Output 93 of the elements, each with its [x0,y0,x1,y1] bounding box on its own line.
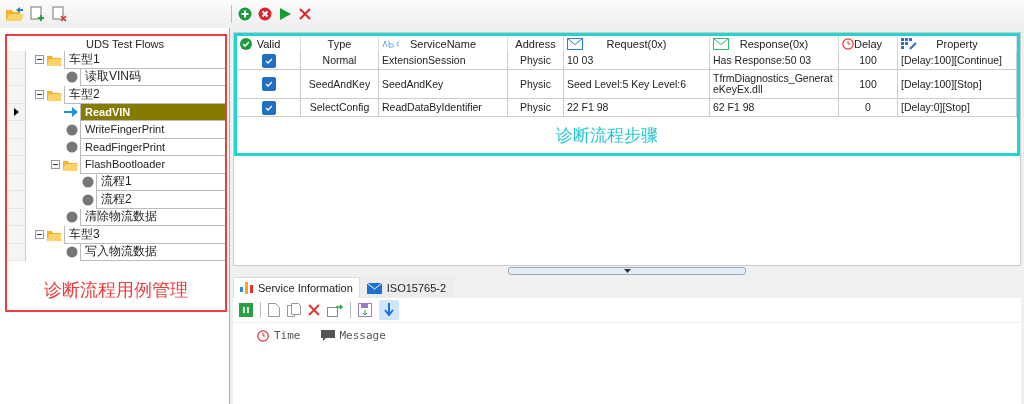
column-header[interactable]: Type [301,36,379,52]
table-cell: ExtensionSession [379,52,508,70]
table-cell: Has Response:50 03 [710,52,839,70]
new-file-icon[interactable] [30,6,46,22]
folder-icon [47,88,62,101]
table-cell: 100 [839,52,898,70]
table-cell: Physic [508,52,564,70]
bars-icon [240,282,253,294]
table-cell: [Delay:100][Stop] [898,70,1017,99]
delete-file-icon[interactable] [52,6,68,22]
table-cell: Normal [301,52,379,70]
table-cell: SeedAndKey [379,70,508,99]
text-type-icon [382,38,400,48]
table-cell: 62 F1 98 [710,99,839,117]
table-cell: Physic [508,70,564,99]
table-cell: SelectConfig [301,99,379,117]
column-header[interactable]: Property [898,36,1017,52]
check-circle-icon [240,38,252,50]
table-cell: TfrmDiagnostics_GenerateKeyEx.dll [710,70,839,99]
collapse-icon[interactable] [51,160,60,170]
table-cell: SeedAndKey [301,70,379,99]
check-icon [264,103,273,112]
pause-icon[interactable] [239,303,253,317]
table-cell: Physic [508,99,564,117]
envelope-icon [713,38,729,50]
bullet-icon [66,211,78,224]
collapse-icon[interactable] [35,230,44,240]
checkbox[interactable] [261,100,276,115]
tree-item[interactable]: 车型1 [64,51,225,69]
table-cell: 22 F1 98 [564,99,710,117]
table-cell: [Delay:100][Continue] [898,52,1017,70]
add-icon[interactable] [238,7,252,21]
bullet-icon [82,193,94,206]
folder-icon [47,53,62,66]
collapse-icon[interactable] [35,90,44,100]
tab[interactable]: Service Information [233,277,360,298]
bullet-icon [66,141,78,154]
grid-pencil-icon [901,38,917,50]
column-header[interactable]: Message [320,329,386,342]
bullet-icon [66,123,78,136]
export-icon[interactable] [327,303,343,317]
column-header[interactable]: Valid [237,36,301,52]
folder-icon [47,228,62,241]
close-icon[interactable] [298,7,312,21]
bullet-icon [66,246,78,259]
tree-item[interactable]: 车型3 [64,226,225,244]
folder-icon [63,158,78,171]
bullet-icon [82,176,94,189]
tree-item[interactable]: 车型2 [64,86,225,104]
open-folder-icon[interactable] [6,6,24,22]
tree-item[interactable]: FlashBootloader [80,156,225,174]
play-icon[interactable] [278,7,292,21]
clock-icon [842,38,854,50]
close-icon[interactable] [308,304,320,316]
new-page-icon[interactable] [268,303,280,317]
column-header[interactable]: ServiceName [379,36,508,52]
speech-bubble-icon [320,329,335,342]
column-header[interactable]: Request(0x) [564,36,710,52]
arrow-icon [64,107,78,118]
copy-icon[interactable] [287,303,301,317]
clock-icon [257,329,269,342]
column-header[interactable]: Delay [839,36,898,52]
arrow-down-icon [384,303,394,317]
table-cell: [Delay:0][Stop] [898,99,1017,117]
check-icon [264,56,273,65]
remove-icon[interactable] [258,7,272,21]
row-pointer-icon [13,107,19,116]
checkbox[interactable] [261,53,276,68]
column-header[interactable]: Time [257,329,301,342]
envelope-icon [366,282,382,294]
checkbox[interactable] [261,77,276,91]
tab[interactable]: ISO15765-2 [359,277,454,298]
chevron-down-icon [623,269,631,273]
check-icon [264,80,273,88]
annotation-label: 诊断流程用例管理 [43,279,189,302]
table-cell: 100 [839,70,898,99]
collapse-icon[interactable] [35,55,44,65]
table-cell: 10 03 [564,52,710,70]
table-cell: ReadDataByIdentifier [379,99,508,117]
autoscroll-toggle[interactable] [379,300,399,320]
tree-item[interactable]: 清除物流数据 [80,208,225,226]
tree-item[interactable]: 流程2 [96,191,225,209]
save-icon[interactable] [358,303,372,317]
column-header[interactable]: Response(0x) [710,36,839,52]
table-cell: 0 [839,99,898,117]
splitter-handle[interactable] [508,267,746,275]
tree-item[interactable]: WriteFingerPrint [80,121,225,139]
annotation-label: 诊断流程步骤 [556,124,659,147]
column-header[interactable]: Address [508,36,564,52]
envelope-icon [567,38,583,50]
table-cell: Seed Level:5 Key Level:6 [564,70,710,99]
bullet-icon [66,71,78,84]
tree-title: UDS Test Flows [84,37,165,51]
